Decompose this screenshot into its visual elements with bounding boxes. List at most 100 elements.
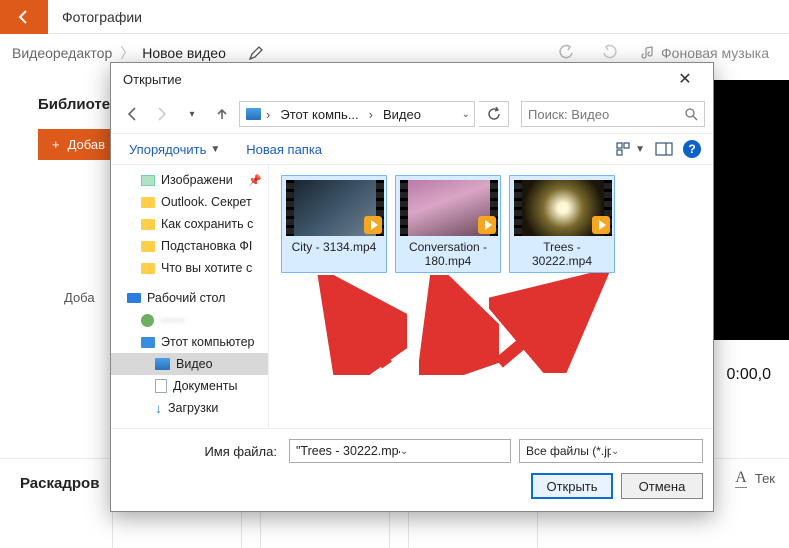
close-icon: ✕ (678, 71, 691, 88)
search-icon (685, 108, 698, 121)
breadcrumb-root[interactable]: Видеоредактор (12, 45, 112, 61)
tree-item-video[interactable]: Видео (111, 353, 268, 375)
tree-item-documents[interactable]: Документы (111, 375, 268, 397)
chevron-right-icon: › (365, 107, 377, 122)
preview-time: 0:00,0 (727, 366, 771, 384)
nav-forward-button[interactable] (149, 101, 175, 127)
user-icon (141, 314, 154, 327)
storyboard-title: Раскадров (20, 475, 99, 492)
annotation-arrow-icon (317, 275, 407, 375)
redo-button[interactable] (591, 43, 627, 64)
nav-recent-button[interactable]: ▾ (179, 101, 205, 127)
chevron-down-icon[interactable]: ⌄ (611, 446, 696, 457)
bg-music-button[interactable]: Фоновая музыка (633, 45, 777, 61)
open-button[interactable]: Открыть (531, 473, 613, 499)
pc-icon (141, 337, 155, 348)
tree-item[interactable]: Outlook. Секрет (111, 191, 268, 213)
app-back-button[interactable] (0, 0, 48, 34)
new-folder-button[interactable]: Новая папка (240, 140, 328, 159)
address-bar[interactable]: › Этот компь... › Видео ⌄ (239, 101, 475, 127)
music-note-icon (641, 46, 655, 60)
tree-item-label: Outlook. Секрет (161, 195, 252, 209)
preview-pane-icon (655, 142, 673, 156)
tree-item-label: Загрузки (168, 401, 218, 415)
video-folder-icon (155, 358, 170, 370)
tree-item-label: Видео (176, 357, 213, 371)
file-type-filter[interactable]: Все файлы (*.jpg;*.jpeg;*.thum ⌄ (519, 439, 703, 463)
text-tool-label: Тек (755, 471, 775, 486)
new-folder-label: Новая папка (246, 142, 322, 157)
tree-item-desktop[interactable]: Рабочий стол (111, 287, 268, 309)
tree-item-label: Изображени (161, 173, 233, 187)
filename-input[interactable]: "Trees - 30222.mp4" "City - 3134 ⌄ (289, 439, 511, 463)
download-icon: ↓ (155, 400, 162, 416)
app-title: Фотографии (48, 9, 142, 25)
file-item[interactable]: Conversation - 180.mp4 (395, 175, 501, 273)
tree-item-user[interactable]: —— (111, 309, 268, 331)
folder-icon (141, 241, 155, 252)
organize-label: Упорядочить (129, 142, 206, 157)
address-dropdown-icon[interactable]: ⌄ (462, 109, 470, 120)
tree-item-pc[interactable]: Этот компьютер (111, 331, 268, 353)
folder-icon (141, 263, 155, 274)
annotation-arrow-icon (489, 273, 609, 373)
folder-icon (141, 219, 155, 230)
play-overlay-icon (592, 216, 610, 234)
add-button-label: Добав (68, 137, 105, 152)
search-input[interactable]: Поиск: Видео (521, 101, 705, 127)
tree-item-label: Документы (173, 379, 237, 393)
file-list-pane[interactable]: City - 3134.mp4 Conversation - 180.mp4 T… (269, 165, 713, 428)
tree-item[interactable]: Как сохранить с (111, 213, 268, 235)
cancel-button-label: Отмена (639, 479, 686, 494)
nav-up-button[interactable] (209, 101, 235, 127)
edit-icon[interactable] (238, 45, 274, 61)
breadcrumb-current[interactable]: Новое видео (142, 45, 226, 61)
add-button[interactable]: + Добав (38, 129, 119, 160)
text-a-icon: A (735, 469, 747, 488)
tree-item[interactable]: Что вы хотите с (111, 257, 268, 279)
storyboard-slot[interactable] (260, 508, 390, 548)
file-name: Trees - 30222.mp4 (514, 240, 610, 268)
storyboard-slot[interactable] (112, 508, 242, 548)
bg-music-label: Фоновая музыка (661, 45, 769, 61)
tree-item[interactable]: Подстановка ФІ (111, 235, 268, 257)
dialog-title: Открытие (119, 72, 665, 87)
document-icon (155, 379, 167, 393)
play-overlay-icon (478, 216, 496, 234)
dialog-close-button[interactable]: ✕ (665, 69, 705, 89)
file-open-dialog: Открытие ✕ ▾ › Этот компь... › Видео ⌄ П… (110, 62, 714, 512)
desktop-icon (127, 293, 141, 303)
video-folder-icon (246, 108, 261, 120)
tree-item-label: Подстановка ФІ (161, 239, 252, 253)
folder-tree[interactable]: Изображени📌 Outlook. Секрет Как сохранит… (111, 165, 269, 428)
tree-item-downloads[interactable]: ↓ Загрузки (111, 397, 268, 419)
images-icon (141, 175, 155, 186)
filename-value: "Trees - 30222.mp4" "City - 3134 (296, 444, 400, 458)
search-placeholder: Поиск: Видео (528, 107, 685, 122)
storyboard-slot[interactable] (408, 508, 538, 548)
file-item[interactable]: City - 3134.mp4 (281, 175, 387, 273)
tree-item-label: Рабочий стол (147, 291, 225, 305)
arrow-left-icon (16, 9, 32, 25)
thumbnails-icon (616, 142, 632, 156)
address-segment-pc[interactable]: Этот компь... (274, 107, 364, 122)
chevron-right-icon: 〉 (120, 43, 134, 63)
tree-item-label: Что вы хотите с (161, 261, 252, 275)
preview-pane-button[interactable] (655, 142, 673, 156)
nav-back-button[interactable] (119, 101, 145, 127)
filename-label: Имя файла: (121, 444, 281, 459)
play-overlay-icon (364, 216, 382, 234)
refresh-button[interactable] (479, 101, 509, 127)
chevron-down-icon[interactable]: ⌄ (400, 446, 504, 457)
address-segment-folder[interactable]: Видео (377, 107, 427, 122)
tree-item[interactable]: Изображени📌 (111, 169, 268, 191)
view-mode-button[interactable]: ▼ (616, 142, 645, 156)
file-item[interactable]: Trees - 30222.mp4 (509, 175, 615, 273)
undo-button[interactable] (549, 43, 585, 64)
text-tool-button[interactable]: A Тек (735, 469, 775, 488)
chevron-down-icon: ▼ (635, 144, 645, 155)
cancel-button[interactable]: Отмена (621, 473, 703, 499)
organize-button[interactable]: Упорядочить ▼ (123, 140, 226, 159)
help-button[interactable]: ? (683, 140, 701, 158)
refresh-icon (487, 107, 501, 121)
